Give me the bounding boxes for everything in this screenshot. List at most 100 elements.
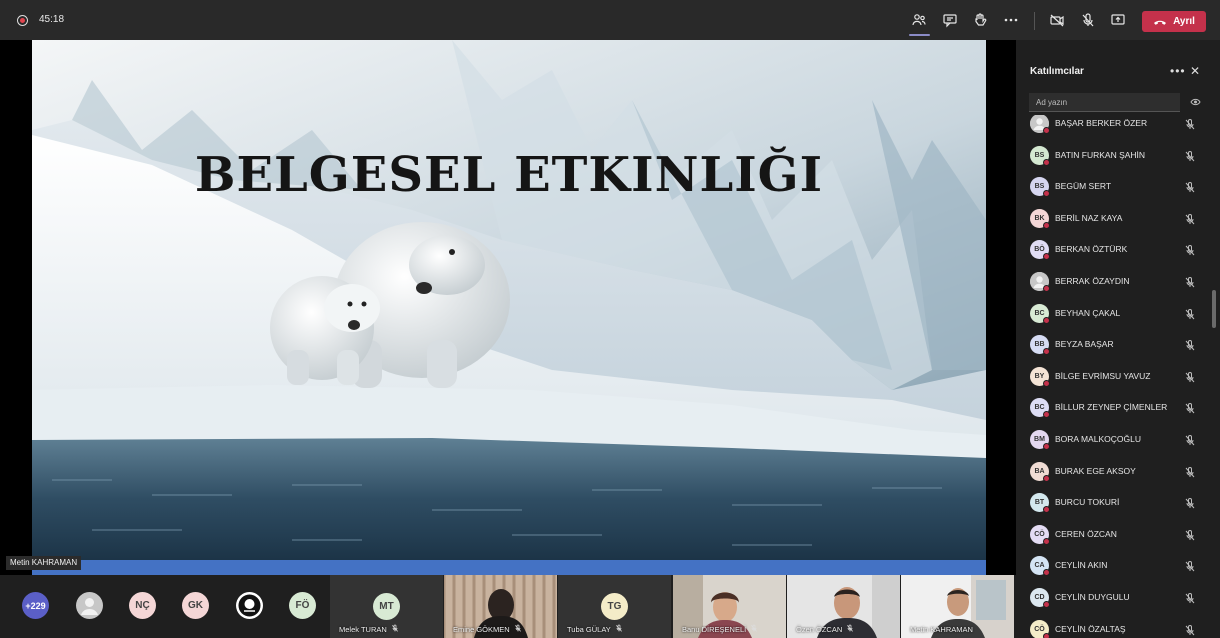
participant-avatar: BA [1030, 461, 1050, 482]
participant-video-tile[interactable]: Banu DİREŞENELİ [673, 575, 786, 638]
participant-video-tile[interactable]: Özen ÖZCAN [787, 575, 900, 638]
participant-row[interactable]: CD CEYLİN DUYGULU [1016, 582, 1212, 612]
mic-muted-icon [1184, 180, 1196, 193]
participant-avatar: BÖ [1030, 240, 1050, 261]
active-tab-indicator [909, 34, 930, 36]
presence-badge [1043, 221, 1050, 229]
mic-muted-icon [1184, 433, 1196, 446]
participant-name: BİLLUR ZEYNEP ÇİMENLER [1055, 402, 1168, 413]
participant-name: BERKAN ÖZTÜRK [1055, 244, 1128, 255]
mic-muted-icon [1184, 338, 1196, 351]
avatar-initials: BS [1034, 151, 1045, 159]
participant-row[interactable]: BA BURAK EGE AKSOY [1016, 456, 1212, 486]
presence-badge [1043, 158, 1050, 166]
avatar-initials: BÖ [1034, 246, 1045, 254]
tile-participant-name: Emine GÖKMEN [453, 624, 522, 634]
participant-video-tile[interactable]: MT Melek TURAN [330, 575, 443, 638]
participant-search-input[interactable] [1029, 93, 1180, 112]
chat-icon[interactable] [941, 11, 959, 29]
mic-muted-icon [1184, 307, 1196, 319]
mic-muted-icon [1184, 623, 1196, 635]
avatar-initials: BC [1034, 309, 1045, 317]
presence-badge [1043, 443, 1050, 450]
camera-off-icon[interactable] [1048, 11, 1066, 29]
mic-muted-icon [615, 624, 623, 634]
participant-row[interactable]: BM BORA MALKOÇOĞLU [1016, 424, 1212, 454]
participant-row[interactable]: BB BEYZA BAŞAR [1016, 329, 1212, 359]
participant-name: BERİL NAZ KAYA [1055, 212, 1123, 223]
tile-name-text: Banu DİREŞENELİ [682, 624, 747, 634]
participant-row[interactable]: CÖ CEYLİN ÖZALTAŞ [1016, 614, 1212, 638]
participant-avatar[interactable]: NÇ [129, 592, 156, 619]
participant-row[interactable]: CA CEYLİN AKIN [1016, 550, 1212, 580]
tile-participant-name: Melek TURAN [339, 624, 399, 634]
avatar-initials: BS [1034, 183, 1045, 191]
tile-name-text: Emine GÖKMEN [453, 624, 510, 634]
avatar-initials: CÖ [1034, 625, 1045, 633]
participant-video-tile[interactable]: Metin KAHRAMAN [901, 575, 1014, 638]
participant-name: BİLGE EVRİMSU YAVUZ [1055, 370, 1151, 381]
avatar-initials: BC [1034, 404, 1045, 412]
presentation-slide: BELGESEL ETKINLIĞI [32, 40, 986, 560]
panel-title: Katılımcılar [1030, 66, 1084, 77]
toolbar-divider [1034, 12, 1035, 30]
more-options-icon[interactable] [1002, 11, 1020, 29]
participant-row[interactable]: BÖ BERKAN ÖZTÜRK [1016, 234, 1212, 264]
participant-avatar: BC [1030, 303, 1050, 324]
participant-row[interactable]: BK BERİL NAZ KAYA [1016, 203, 1212, 233]
tile-participant-name: Özen ÖZCAN [796, 624, 854, 634]
view-toggle-icon[interactable] [1190, 98, 1201, 106]
tile-name-text: Melek TURAN [339, 624, 387, 634]
participant-list-scrollbar[interactable] [1212, 290, 1216, 328]
avatar-initials: CA [1034, 562, 1045, 570]
participant-row[interactable]: BC BEYHAN ÇAKAL [1016, 298, 1212, 328]
participant-row[interactable]: BAŞAR BERKER ÖZER [1016, 115, 1212, 138]
participant-name: BORA MALKOÇOĞLU [1055, 434, 1141, 444]
participant-video-tile[interactable]: Emine GÖKMEN [444, 575, 557, 638]
participant-row[interactable]: BERRAK ÖZAYDIN [1016, 266, 1212, 296]
participant-row[interactable]: BC BİLLUR ZEYNEP ÇİMENLER [1016, 392, 1212, 422]
avatar-initials: BK [1034, 214, 1045, 222]
presence-badge [1043, 379, 1050, 387]
mic-muted-icon [1184, 465, 1196, 477]
person-icon[interactable] [76, 592, 103, 619]
participant-name: BEYZA BAŞAR [1055, 339, 1114, 350]
presence-badge [1043, 474, 1050, 482]
participant-row[interactable]: BT BURCU TOKURİ [1016, 487, 1212, 517]
leave-label: Ayrıl [1173, 16, 1195, 27]
mic-muted-icon [1184, 559, 1196, 572]
mic-off-icon[interactable] [1079, 11, 1097, 29]
presence-badge [1043, 601, 1050, 608]
participant-avatar: BS [1030, 145, 1050, 166]
participant-avatar[interactable]: GK [182, 592, 209, 619]
raise-hand-icon[interactable] [971, 11, 989, 29]
mic-muted-icon [391, 624, 399, 634]
avatar-initials: BY [1034, 372, 1045, 380]
presence-badge [1043, 285, 1050, 292]
participant-name: CEREN ÖZCAN [1055, 528, 1117, 539]
school-logo-avatar[interactable] [236, 592, 263, 619]
participant-video-tile[interactable]: TG Tuba GÜLAY [558, 575, 671, 638]
participant-row[interactable]: BS BATIN FURKAN ŞAHİN [1016, 140, 1212, 170]
participant-avatar: BS [1030, 177, 1050, 198]
participant-avatar: BM [1030, 430, 1050, 450]
participant-name: BURAK EGE AKSOY [1055, 465, 1136, 476]
meeting-timer: 45:18 [39, 14, 65, 25]
polar-bear-scene-image [32, 40, 986, 560]
avatar-initials: BT [1034, 499, 1045, 507]
share-screen-icon[interactable] [1109, 11, 1127, 29]
participant-row[interactable]: BY BİLGE EVRİMSU YAVUZ [1016, 361, 1212, 391]
participant-row[interactable]: CÖ CEREN ÖZCAN [1016, 519, 1212, 549]
participant-avatar[interactable]: FÖ [289, 592, 316, 619]
participant-avatar [1030, 115, 1050, 134]
participant-row[interactable]: BS BEGÜM SERT [1016, 171, 1212, 201]
leave-button[interactable]: Ayrıl [1142, 11, 1206, 32]
more-participants-badge[interactable]: +229 [22, 592, 49, 619]
participants-icon[interactable] [910, 11, 928, 29]
participant-avatar: BC [1030, 398, 1050, 419]
panel-more-options-icon[interactable]: ••• [1170, 64, 1186, 78]
participant-name: BEGÜM SERT [1055, 181, 1112, 192]
mic-muted-icon [846, 624, 854, 634]
presence-badge [1043, 537, 1050, 545]
panel-close-icon[interactable]: ✕ [1190, 64, 1200, 78]
